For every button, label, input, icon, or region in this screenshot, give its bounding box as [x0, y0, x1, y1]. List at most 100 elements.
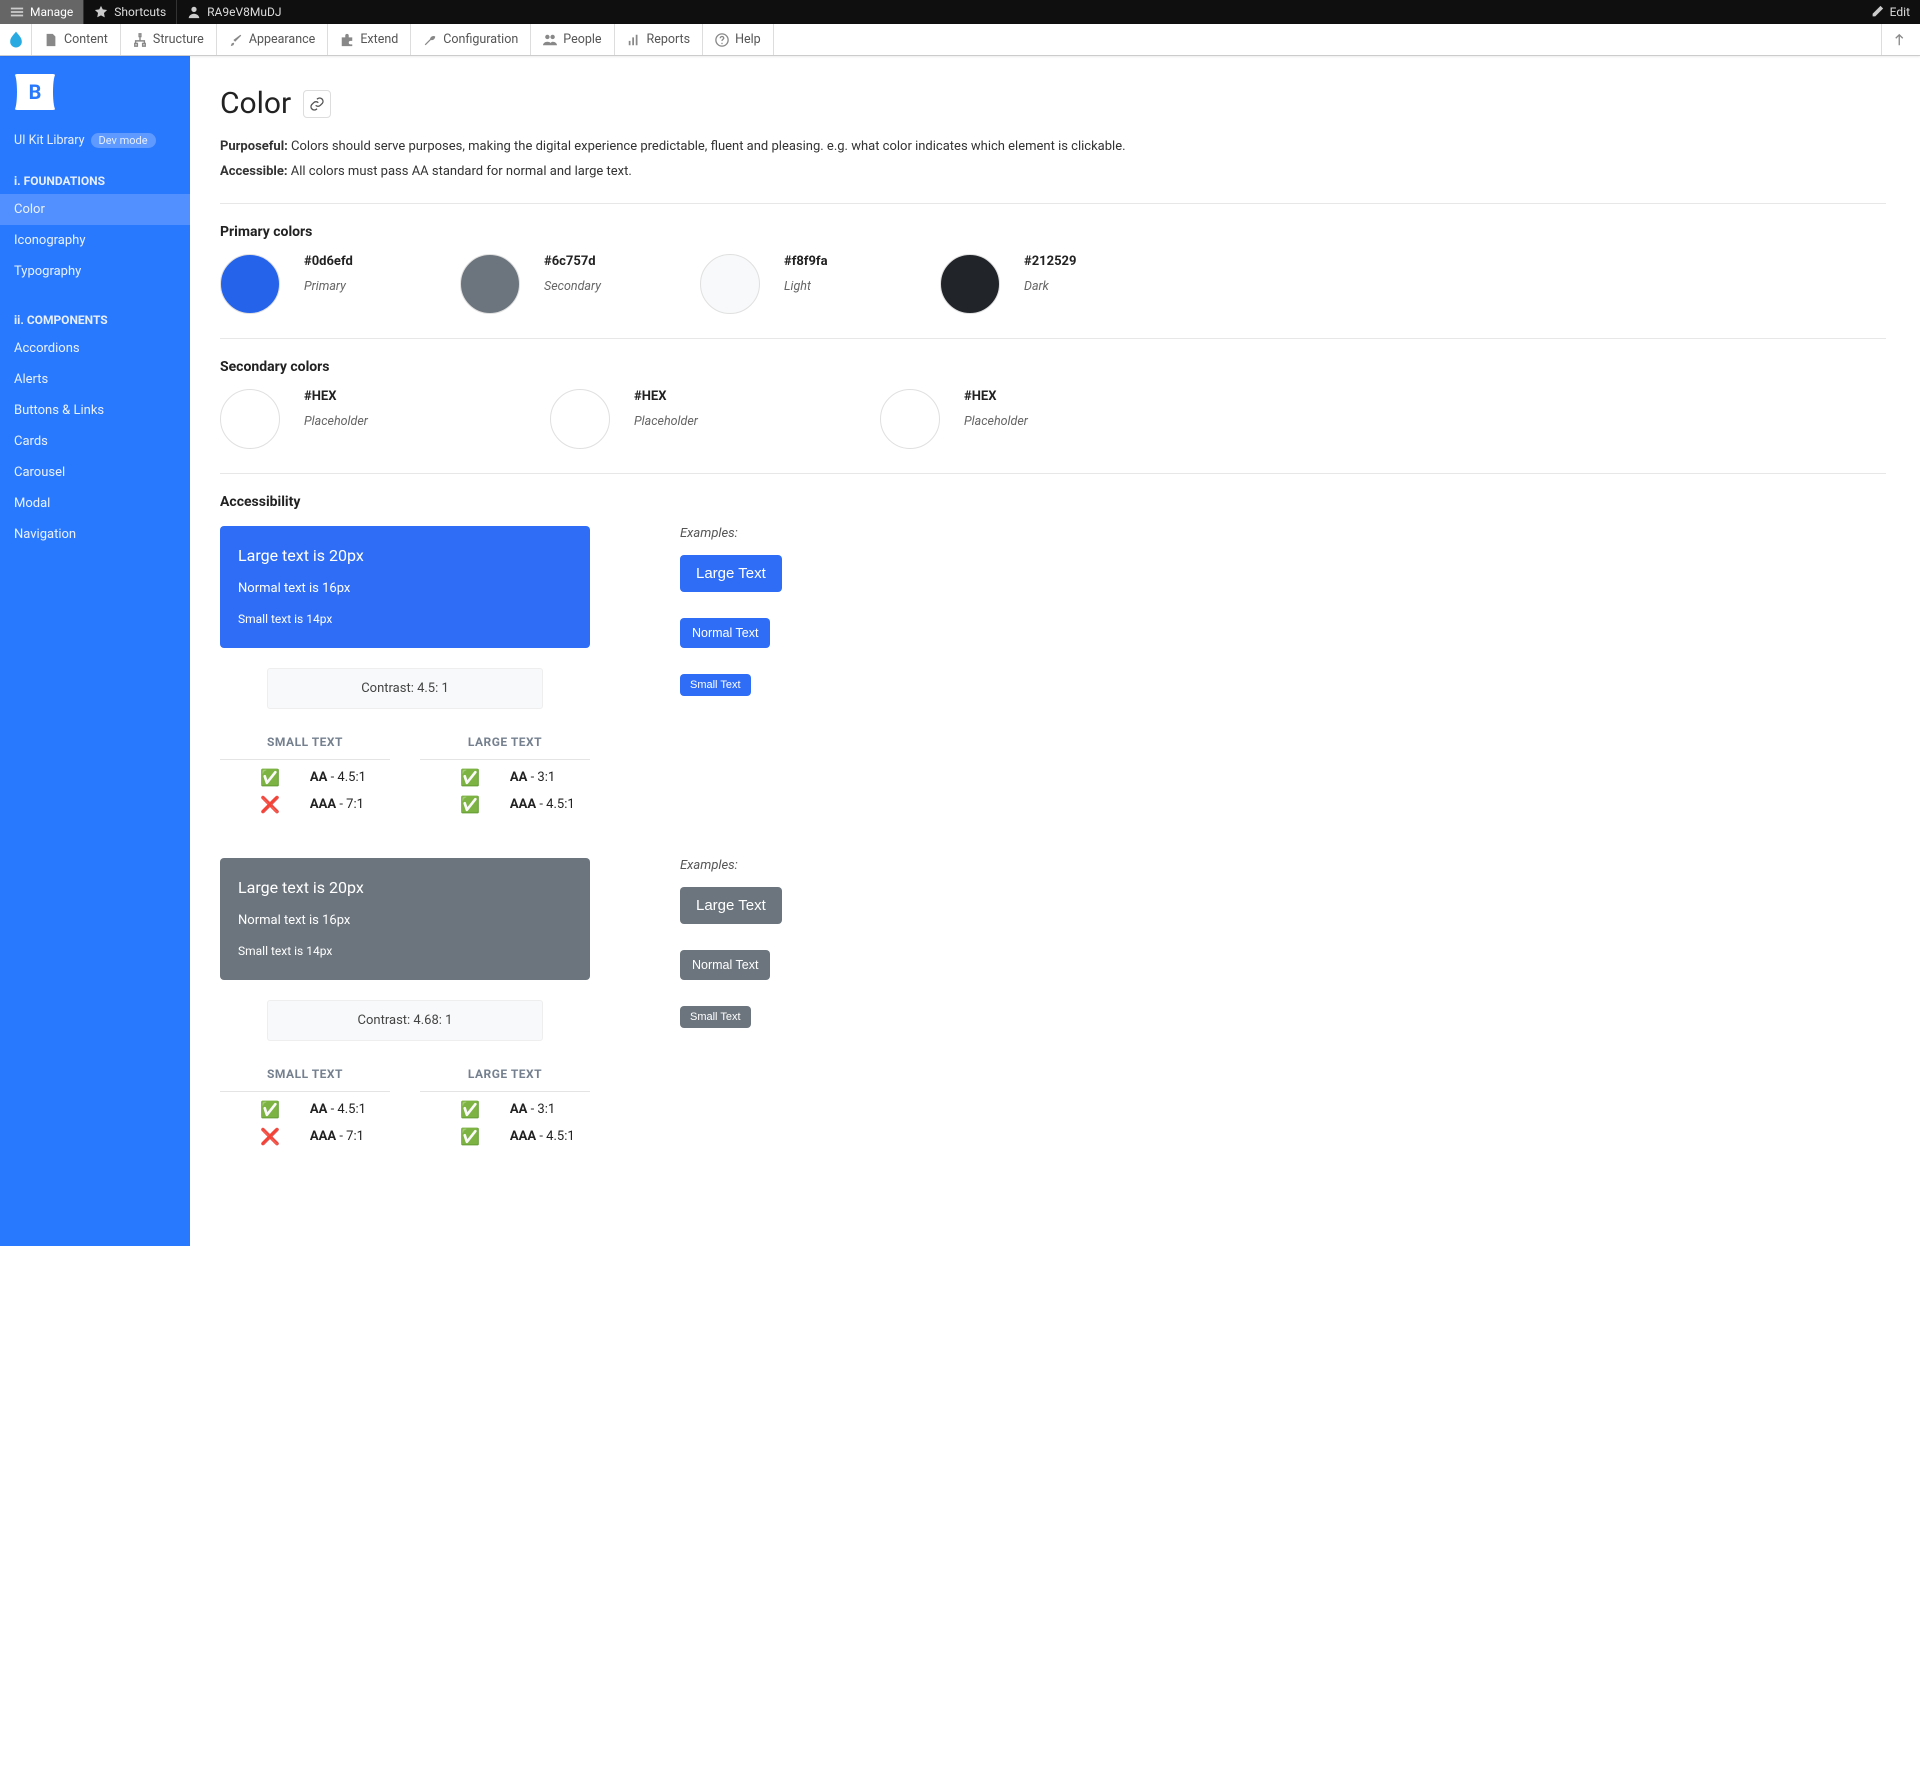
color-circle: [550, 389, 610, 449]
menu-help[interactable]: Help: [703, 24, 774, 55]
menu-reports[interactable]: Reports: [615, 24, 704, 55]
sidebar: B UI Kit Library Dev mode i. FOUNDATIONS…: [0, 56, 190, 1246]
shortcuts-link[interactable]: Shortcuts: [84, 0, 177, 24]
orientation-icon: [1894, 33, 1908, 47]
check-icon: ✅: [460, 768, 480, 787]
permalink-button[interactable]: [303, 90, 331, 118]
swatch-role: Placeholder: [964, 414, 1028, 429]
page-title-text: Color: [220, 86, 291, 121]
orientation-toggle[interactable]: [1881, 24, 1920, 55]
manage-label: Manage: [30, 5, 73, 19]
library-label: UI Kit Library: [14, 133, 85, 148]
swatch-hex: #0d6efd: [304, 254, 353, 269]
menu-appearance[interactable]: Appearance: [217, 24, 329, 55]
people-icon: [543, 33, 557, 47]
examples-secondary: Examples: Large Text Normal Text Small T…: [680, 858, 782, 1028]
brand-logo[interactable]: B: [14, 71, 56, 113]
droplet-icon: [6, 30, 26, 50]
hamburger-icon: [10, 5, 24, 19]
contrast-row: ✅AA - 4.5:1: [220, 760, 390, 787]
divider: [220, 338, 1886, 339]
sidebar-item-carousel[interactable]: Carousel: [0, 457, 190, 488]
sidebar-item-modal[interactable]: Modal: [0, 488, 190, 519]
swatch-hex: #6c757d: [544, 254, 601, 269]
sidebar-item-color[interactable]: Color: [0, 194, 190, 225]
example-btn-large[interactable]: Large Text: [680, 887, 782, 924]
color-circle: [220, 254, 280, 314]
swatch-hex: #212529: [1024, 254, 1076, 269]
secondary-swatches: #HEXPlaceholder#HEXPlaceholder#HEXPlaceh…: [220, 389, 1886, 449]
sidebar-item-navigation[interactable]: Navigation: [0, 519, 190, 550]
chart-icon: [627, 33, 641, 47]
manage-toggle[interactable]: Manage: [0, 0, 84, 24]
sidebar-item-alerts[interactable]: Alerts: [0, 364, 190, 395]
edit-label: Edit: [1890, 5, 1910, 19]
contrast-row: ✅AAA - 4.5:1: [420, 787, 590, 814]
link-icon: [309, 96, 325, 112]
swatch-role: Secondary: [544, 279, 601, 294]
swatch-role: Dark: [1024, 279, 1076, 294]
swatch-hex: #HEX: [304, 389, 368, 404]
wrench-icon: [423, 33, 437, 47]
example-btn-large[interactable]: Large Text: [680, 555, 782, 592]
example-btn-small[interactable]: Small Text: [680, 1006, 751, 1028]
sidebar-item-accordions[interactable]: Accordions: [0, 333, 190, 364]
menu-help-label: Help: [735, 32, 761, 47]
color-circle: [460, 254, 520, 314]
color-circle: [700, 254, 760, 314]
contrast-row: ❌AAA - 7:1: [220, 787, 390, 814]
sidebar-item-typography[interactable]: Typography: [0, 256, 190, 287]
swatch: #f8f9faLight: [700, 254, 910, 314]
check-icon: ✅: [460, 1127, 480, 1146]
sidebar-item-cards[interactable]: Cards: [0, 426, 190, 457]
star-icon: [94, 5, 108, 19]
sample-small-text: Small text is 14px: [238, 944, 572, 958]
shortcuts-label: Shortcuts: [114, 5, 166, 19]
brush-icon: [229, 33, 243, 47]
color-circle: [880, 389, 940, 449]
menu-people[interactable]: People: [531, 24, 614, 55]
swatch-hex: #HEX: [634, 389, 698, 404]
col-small-header: SMALL TEXT: [220, 1067, 390, 1092]
example-btn-normal[interactable]: Normal Text: [680, 618, 770, 648]
edit-toggle[interactable]: Edit: [1860, 0, 1920, 24]
section-foundations: i. FOUNDATIONS: [0, 168, 190, 194]
contrast-row: ✅AAA - 4.5:1: [420, 1119, 590, 1146]
check-icon: ✅: [260, 768, 280, 787]
drupal-logo[interactable]: [0, 24, 32, 55]
example-btn-small[interactable]: Small Text: [680, 674, 751, 696]
contrast-row: ✅AA - 3:1: [420, 1092, 590, 1119]
sample-small-text: Small text is 14px: [238, 612, 572, 626]
menu-extend[interactable]: Extend: [328, 24, 411, 55]
swatch: #HEXPlaceholder: [550, 389, 850, 449]
examples-heading: Examples:: [680, 526, 782, 541]
check-icon: ✅: [460, 795, 480, 814]
menu-structure[interactable]: Structure: [121, 24, 217, 55]
accessibility-block-primary: Large text is 20px Normal text is 16px S…: [220, 526, 1886, 814]
menu-configuration[interactable]: Configuration: [411, 24, 531, 55]
swatch: #212529 Dark: [940, 254, 1150, 314]
text-sample-primary: Large text is 20px Normal text is 16px S…: [220, 526, 590, 648]
menu-extend-label: Extend: [360, 32, 398, 47]
user-menu[interactable]: RA9eV8MuDJ: [177, 0, 291, 24]
contrast-value: Contrast: 4.68: 1: [267, 1000, 543, 1041]
admin-toolbar: Manage Shortcuts RA9eV8MuDJ Edit: [0, 0, 1920, 24]
contrast-table-secondary: SMALL TEXT ✅AA - 4.5:1❌AAA - 7:1 LARGE T…: [220, 1067, 590, 1146]
col-large-header: LARGE TEXT: [420, 735, 590, 760]
user-icon: [187, 5, 201, 19]
example-btn-normal[interactable]: Normal Text: [680, 950, 770, 980]
sample-large-text: Large text is 20px: [238, 546, 572, 565]
menu-content[interactable]: Content: [32, 24, 121, 55]
swatch: #6c757d Secondary: [460, 254, 670, 314]
cross-icon: ❌: [260, 795, 280, 814]
examples-primary: Examples: Large Text Normal Text Small T…: [680, 526, 782, 696]
color-circle: [940, 254, 1000, 314]
contrast-row: ❌AAA - 7:1: [220, 1119, 390, 1146]
ui-kit-library[interactable]: UI Kit Library Dev mode: [0, 133, 190, 148]
sidebar-item-buttons-links[interactable]: Buttons & Links: [0, 395, 190, 426]
sidebar-item-iconography[interactable]: Iconography: [0, 225, 190, 256]
swatch: #HEXPlaceholder: [880, 389, 1180, 449]
menu-appearance-label: Appearance: [249, 32, 316, 47]
contrast-value: Contrast: 4.5: 1: [267, 668, 543, 709]
intro-purposeful: Purposeful: Colors should serve purposes…: [220, 139, 1886, 154]
